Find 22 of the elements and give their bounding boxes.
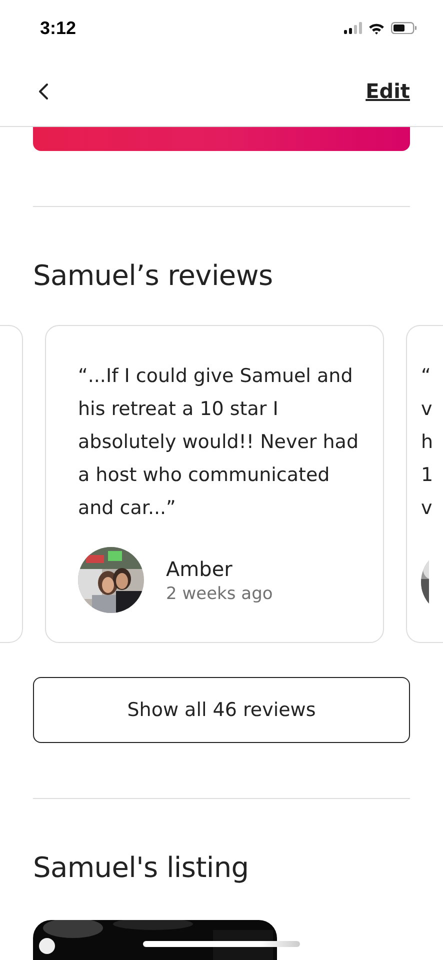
status-time: 3:12 [40,18,76,38]
review-text: “...If I could give Samuel and his retreat a 10 star I absolutely would!! Never had a host who communicated and car...” [78,364,360,521]
section-title: Samuel’s reviews [33,259,274,292]
show-all-button[interactable]: Show all 46 reviews [33,677,410,743]
back-button[interactable] [36,80,51,102]
review-text: h [421,430,434,455]
review-card[interactable]: “ v h 1 v [406,325,443,643]
battery-icon [391,22,417,34]
review-card[interactable] [0,325,23,643]
review-text: v [421,496,434,521]
back-icon [38,82,49,100]
section-title: Samuel's listing [33,851,250,884]
action-button[interactable] [33,127,410,151]
review-text: 1 [421,463,434,488]
review-date: 2 weeks ago [166,584,273,604]
edit-link[interactable]: Edit [366,79,410,103]
signal-icon [344,22,362,34]
review-text: “ [421,364,432,389]
review-text: v [421,397,434,422]
wifi-icon [368,22,385,34]
reviewer-name: Amber [166,556,234,580]
review-card[interactable]: “...If I could give Samuel and his retreat a 10 star I absolutely would!! Never had a host who communicated and car...” Amber 2 weeks ago [45,325,384,643]
